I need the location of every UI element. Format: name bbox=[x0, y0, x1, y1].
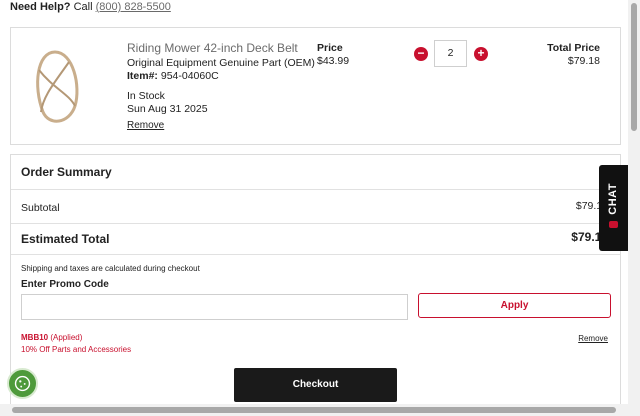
minus-icon[interactable]: − bbox=[414, 47, 428, 61]
total-price-value: $79.18 bbox=[567, 55, 600, 67]
cart-item-card: Riding Mower 42-inch Deck Belt Original … bbox=[10, 27, 621, 145]
checkout-button[interactable]: Checkout bbox=[234, 368, 397, 402]
price-value: $43.99 bbox=[317, 55, 350, 67]
divider bbox=[11, 189, 620, 190]
divider bbox=[11, 223, 620, 224]
promo-code-input[interactable] bbox=[21, 294, 408, 320]
delivery-date: Sun Aug 31 2025 bbox=[127, 103, 208, 115]
apply-button[interactable]: Apply bbox=[418, 293, 611, 318]
divider bbox=[11, 254, 620, 255]
help-bar: Need Help? Call (800) 828-5500 bbox=[10, 1, 171, 13]
coupon-code: MBB10 bbox=[21, 333, 49, 342]
estimated-total-label: Estimated Total bbox=[21, 232, 110, 246]
help-label: Need Help? bbox=[10, 1, 71, 13]
stock-status: In Stock bbox=[127, 90, 165, 102]
product-title[interactable]: Riding Mower 42-inch Deck Belt bbox=[127, 41, 298, 55]
coupon-description: 10% Off Parts and Accessories bbox=[21, 345, 132, 354]
chat-tab[interactable]: CHAT bbox=[599, 165, 630, 251]
order-summary-card: Order Summary Subtotal $79.18 Estimated … bbox=[10, 154, 621, 416]
product-item-number: Item#: 954-04060C bbox=[127, 70, 219, 82]
subtotal-label: Subtotal bbox=[21, 202, 60, 214]
coupon-status: (Applied) bbox=[50, 333, 83, 342]
product-oem: Original Equipment Genuine Part (OEM) bbox=[127, 57, 315, 69]
shipping-note: Shipping and taxes are calculated during… bbox=[21, 264, 200, 273]
chat-label: CHAT bbox=[607, 183, 619, 215]
plus-icon[interactable]: + bbox=[474, 47, 488, 61]
phone-link[interactable]: (800) 828-5500 bbox=[96, 1, 171, 13]
price-label: Price bbox=[317, 42, 343, 54]
applied-coupon: MBB10 (Applied) bbox=[21, 333, 82, 342]
item-number-value: 954-04060C bbox=[160, 70, 219, 82]
horizontal-scroll-thumb[interactable] bbox=[12, 407, 616, 413]
vertical-scrollbar[interactable] bbox=[628, 0, 640, 404]
order-summary-title: Order Summary bbox=[21, 165, 112, 179]
horizontal-scrollbar[interactable] bbox=[0, 404, 640, 416]
total-price-label: Total Price bbox=[547, 42, 600, 54]
remove-item-link[interactable]: Remove bbox=[127, 120, 164, 131]
promo-code-label: Enter Promo Code bbox=[21, 279, 109, 290]
chat-bubble-icon bbox=[609, 221, 618, 228]
belt-image-icon[interactable] bbox=[29, 46, 81, 126]
vertical-scroll-thumb[interactable] bbox=[631, 3, 637, 131]
quantity-input[interactable]: 2 bbox=[434, 40, 467, 67]
item-number-label: Item#: bbox=[127, 70, 158, 82]
call-label: Call bbox=[73, 1, 93, 13]
remove-coupon-link[interactable]: Remove bbox=[578, 334, 608, 343]
cookie-icon[interactable] bbox=[7, 368, 38, 399]
